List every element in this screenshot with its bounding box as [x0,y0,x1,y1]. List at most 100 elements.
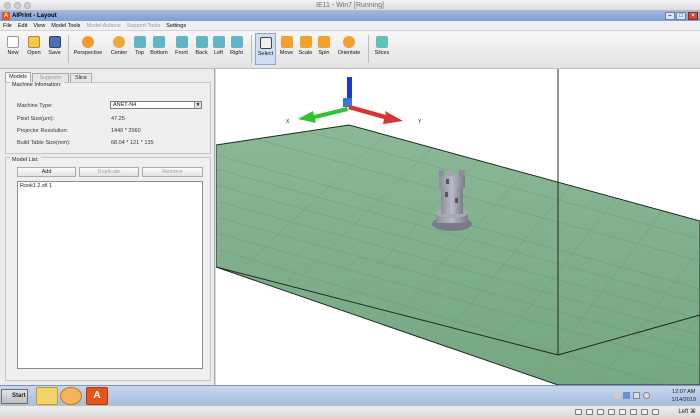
toolbar-separator [68,35,69,63]
host-network-icon[interactable] [608,409,615,415]
view-right-button[interactable]: Right [228,33,245,65]
spin-label: Spin [318,50,330,56]
network-icon[interactable] [623,392,630,399]
axis-gizmo: X Y [286,77,422,125]
perspective-button[interactable]: Perspective [71,33,105,65]
host-mouse-icon[interactable] [652,409,659,415]
app-title: AIPrint - Layout [12,13,57,19]
remove-model-button[interactable]: Remove [142,167,203,177]
view-left-cube-icon [212,36,225,48]
host-shared-folder-icon[interactable] [619,409,626,415]
orientate-tool-button[interactable]: Orientate [334,33,364,65]
center-button[interactable]: Center [107,33,131,65]
open-button[interactable]: Open [24,33,44,65]
tab-slice[interactable]: Slice [70,73,92,82]
machine-type-value: ANET-N4 [113,102,137,108]
machine-type-select[interactable]: ANET-N4 ▼ [110,101,202,109]
save-button[interactable]: Save [45,33,64,65]
projector-resolution-label: Projector Resolution: [17,128,69,134]
view-bottom-cube-icon [153,36,165,48]
move-tool-button[interactable]: Move [278,33,295,65]
duplicate-model-button[interactable]: Duplicate [79,167,139,177]
machine-info-label: Machine Infomation: [10,82,64,88]
slices-button[interactable]: Slices [372,33,392,65]
select-tool-button[interactable]: Select [255,33,276,65]
flag-icon[interactable] [633,392,640,399]
close-button[interactable]: × [688,12,698,20]
build-plate[interactable] [216,124,700,385]
menu-support-tools[interactable]: Support Tools [124,21,164,31]
host-window-title-bar: IE11 - Win7 [Running] [0,0,700,11]
menu-file[interactable]: File [0,21,15,31]
host-display-icon[interactable] [630,409,637,415]
axis-z-shaft [347,77,352,101]
menu-model-tools[interactable]: Model Tools [48,21,83,31]
top-label: Top [135,50,144,56]
menu-model-actions[interactable]: Model Actions [83,21,123,31]
model-list-label: Model List: [10,157,41,163]
media-player-taskbar-icon[interactable] [60,387,82,405]
chevron-down-icon[interactable]: ▼ [194,102,201,108]
open-label: Open [27,50,41,56]
3d-viewport[interactable]: X Y [216,69,700,385]
left-label: Left [213,50,224,56]
menu-view[interactable]: View [30,21,48,31]
tray-expand-icon[interactable] [613,392,620,399]
aiprint-taskbar-icon[interactable]: A [86,387,108,405]
spin-tool-button[interactable]: Spin [316,33,332,65]
host-close-icon[interactable] [4,2,11,9]
host-optical-icon[interactable] [586,409,593,415]
save-disk-icon [48,36,61,48]
toolbar: New Open Save Perspective Center Top Bot… [0,31,700,69]
select-label: Select [257,51,274,57]
back-label: Back [195,50,208,56]
machine-info-group: Machine Infomation: Machine Type: Pixel … [5,82,211,154]
view-front-button[interactable]: Front [172,33,191,65]
app-logo-icon: A [2,12,10,20]
tab-models[interactable]: Models [5,72,31,82]
view-top-cube-icon [133,36,146,48]
machine-type-label: Machine Type: [17,103,53,109]
center-label: Center [110,50,128,56]
host-capture-icon[interactable] [641,409,648,415]
host-window-title: IE11 - Win7 [Running] [316,2,384,9]
volume-icon[interactable] [643,392,650,399]
host-minimize-icon[interactable] [14,2,21,9]
start-button[interactable]: Start [1,389,28,404]
host-disk-icon[interactable] [575,409,582,415]
list-item[interactable]: Rook1 2.stl 1 [18,182,202,190]
view-back-button[interactable]: Back [193,33,210,65]
menu-settings[interactable]: Settings [163,21,189,31]
explorer-taskbar-icon[interactable] [36,387,58,405]
app-title-bar: A AIPrint - Layout – □ × [0,11,700,21]
projector-resolution-value: 1440 * 2560 [111,128,141,134]
menu-edit[interactable]: Edit [15,21,30,31]
model-list[interactable]: Rook1 2.stl 1 [17,181,203,369]
start-label: Start [12,393,26,399]
slices-label: Slices [374,50,390,56]
menu-bar: File Edit View Model Tools Model Actions Supp… [0,21,700,31]
scene-canvas[interactable]: X Y [216,69,700,385]
app-window: A AIPrint - Layout – □ × File Edit View Mod… [0,11,700,385]
host-status-bar: Left ⌘ [0,405,700,418]
perspective-label: Perspective [73,50,103,56]
tab-supports[interactable]: Supports [32,73,69,82]
view-right-cube-icon [230,36,243,48]
pixel-size-value: 47.25 [111,116,125,122]
add-model-button[interactable]: Add [17,167,76,177]
pixel-size-label: Pixel Size(μm): [17,116,55,122]
maximize-button[interactable]: □ [676,12,686,20]
save-label: Save [48,50,61,56]
right-label: Right [230,50,243,56]
view-bottom-button[interactable]: Bottom [148,33,170,65]
front-label: Front [175,50,188,56]
host-usb-icon[interactable] [597,409,604,415]
scale-tool-button[interactable]: Scale [297,33,314,65]
new-button[interactable]: New [4,33,22,65]
view-top-button[interactable]: Top [132,33,147,65]
host-zoom-icon[interactable] [24,2,31,9]
axis-y-label: Y [418,119,422,125]
minimize-button[interactable]: – [665,12,675,20]
system-clock[interactable]: 12:07 AM 1/14/2019 [672,388,696,404]
view-left-button[interactable]: Left [211,33,226,65]
